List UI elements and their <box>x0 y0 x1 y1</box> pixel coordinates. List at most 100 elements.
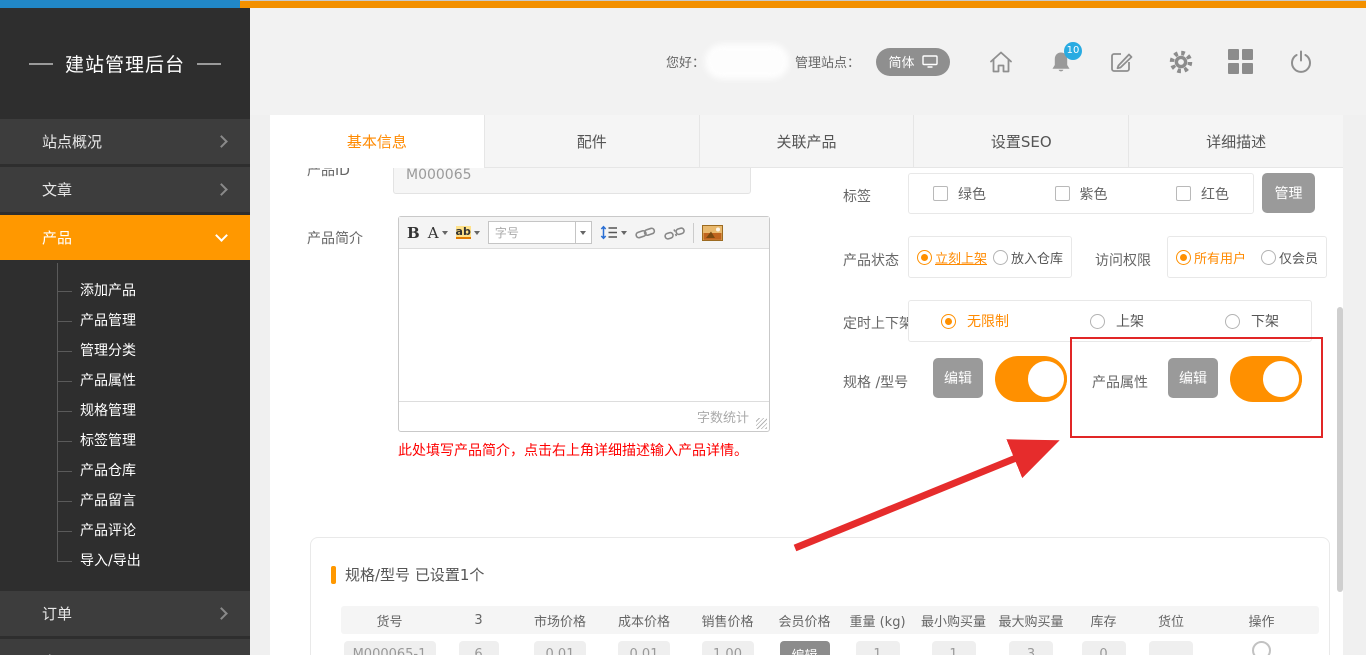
remove-link-button[interactable] <box>664 225 685 241</box>
tag-label: 紫色 <box>1080 184 1108 204</box>
radio-on[interactable] <box>941 314 956 329</box>
spec-toggle-on[interactable] <box>995 356 1067 402</box>
access-option-all-users[interactable]: 所有用户 <box>1176 248 1246 267</box>
tab-seo[interactable]: 设置SEO <box>914 115 1129 168</box>
member-price-edit-button[interactable]: 编辑 <box>780 641 830 655</box>
stock-field[interactable]: 0 <box>1082 641 1126 655</box>
row-action-circle-icon[interactable] <box>1252 641 1271 655</box>
sidebar-item-label: 会员 <box>42 651 217 655</box>
settings-gear-icon[interactable] <box>1168 49 1194 75</box>
submenu-label: 标签管理 <box>80 433 136 449</box>
location-field[interactable] <box>1149 641 1193 655</box>
home-icon[interactable] <box>988 49 1014 75</box>
qty-field[interactable]: 6 <box>459 641 499 655</box>
table-header-cell: 销售价格 <box>687 611 768 630</box>
checkbox-red[interactable] <box>1176 186 1191 201</box>
radio-off[interactable] <box>1225 314 1240 329</box>
spec-table-header: 货号 3 市场价格 成本价格 销售价格 会员价格 重量 (kg) 最小购买量 最… <box>341 606 1319 634</box>
radio-label: 下架 <box>1251 311 1279 331</box>
chevron-right-icon <box>215 135 228 148</box>
submenu-item-product-messages[interactable]: 产品留言 <box>0 486 250 516</box>
submenu-item-tag-manage[interactable]: 标签管理 <box>0 426 250 456</box>
toolbar-divider <box>693 223 694 243</box>
product-id-field[interactable]: M000065 <box>393 168 751 194</box>
radio-on[interactable] <box>1176 250 1191 265</box>
tag-option-green[interactable]: 绿色 <box>933 184 986 204</box>
line-spacing-button[interactable] <box>600 225 627 240</box>
submenu-label: 产品属性 <box>80 373 136 389</box>
checkbox-purple[interactable] <box>1055 186 1070 201</box>
spec-model-label: 规格 /型号 <box>843 372 908 392</box>
schedule-label: 定时上下架 <box>843 313 913 333</box>
table-header-cell: 成本价格 <box>601 611 687 630</box>
font-size-select[interactable]: 字号 <box>488 221 592 244</box>
image-icon <box>702 225 723 241</box>
sidebar-item-site-overview[interactable]: 站点概况 <box>0 119 250 164</box>
notifications-bell-icon[interactable]: 10 <box>1048 49 1074 75</box>
select-caret-box <box>575 222 591 243</box>
radio-label: 放入仓库 <box>1011 248 1063 267</box>
insert-image-button[interactable] <box>702 225 723 241</box>
insert-link-button[interactable] <box>635 225 656 240</box>
title-accent-bar <box>331 566 336 584</box>
tab-detail-desc[interactable]: 详细描述 <box>1129 115 1343 168</box>
toggle-knob <box>1025 358 1067 400</box>
resize-grip[interactable] <box>756 418 767 429</box>
submenu-item-product-attrs[interactable]: 产品属性 <box>0 366 250 396</box>
radio-off[interactable] <box>1261 250 1276 265</box>
apps-grid-icon[interactable] <box>1228 49 1254 75</box>
radio-label: 上架 <box>1116 311 1144 331</box>
bold-button[interactable]: B <box>407 224 420 242</box>
submenu-item-spec-manage[interactable]: 规格管理 <box>0 396 250 426</box>
schedule-option-off-shelf[interactable]: 下架 <box>1225 311 1279 331</box>
tab-related-products[interactable]: 关联产品 <box>700 115 915 168</box>
market-price-field[interactable]: 0.01 <box>534 641 586 655</box>
language-switch-button[interactable]: 简体 <box>876 48 950 76</box>
min-buy-field[interactable]: 1 <box>932 641 976 655</box>
radio-off[interactable] <box>993 250 1008 265</box>
submenu-item-product-warehouse[interactable]: 产品仓库 <box>0 456 250 486</box>
editor-content-area[interactable] <box>399 249 769 401</box>
status-option-warehouse[interactable]: 放入仓库 <box>993 248 1063 267</box>
table-header-cell: 货号 <box>341 611 438 630</box>
vertical-scrollbar-thumb[interactable] <box>1337 307 1343 592</box>
manage-tags-button[interactable]: 管理 <box>1262 173 1315 213</box>
submenu-item-add-product[interactable]: 添加产品 <box>0 276 250 306</box>
highlight-button[interactable]: ab <box>456 226 480 239</box>
schedule-option-on-shelf[interactable]: 上架 <box>1090 311 1144 331</box>
submenu-item-import-export[interactable]: 导入/导出 <box>0 546 250 576</box>
table-header-cell: 重量 (kg) <box>841 611 914 630</box>
tab-basic-info[interactable]: 基本信息 <box>270 115 485 168</box>
access-option-members-only[interactable]: 仅会员 <box>1261 248 1318 267</box>
status-option-on-shelf[interactable]: 立刻上架 <box>917 248 987 267</box>
caret-down-icon <box>474 231 480 235</box>
schedule-option-unlimited[interactable]: 无限制 <box>941 311 1009 331</box>
app-title: 建站管理后台 <box>65 50 185 77</box>
sidebar-item-products[interactable]: 产品 <box>0 215 250 260</box>
power-logout-icon[interactable] <box>1288 49 1314 75</box>
font-color-button[interactable]: A <box>428 224 448 242</box>
sku-field[interactable]: M000065-1 <box>344 641 436 655</box>
sidebar-item-articles[interactable]: 文章 <box>0 167 250 212</box>
submenu-item-product-reviews[interactable]: 产品评论 <box>0 516 250 546</box>
username-redacted <box>709 48 785 75</box>
tag-option-red[interactable]: 红色 <box>1176 184 1229 204</box>
edit-icon[interactable] <box>1108 49 1134 75</box>
sidebar-item-members[interactable]: 会员 <box>0 639 250 655</box>
weight-field[interactable]: 1 <box>856 641 900 655</box>
cost-price-field[interactable]: 0.01 <box>618 641 670 655</box>
table-header-cell: 市场价格 <box>519 611 601 630</box>
radio-off[interactable] <box>1090 314 1105 329</box>
sidebar-item-orders[interactable]: 订单 <box>0 591 250 636</box>
radio-on[interactable] <box>917 250 932 265</box>
submenu-item-product-manage[interactable]: 产品管理 <box>0 306 250 336</box>
checkbox-green[interactable] <box>933 186 948 201</box>
tag-option-purple[interactable]: 紫色 <box>1055 184 1108 204</box>
table-header-cell: 货位 <box>1138 611 1204 630</box>
max-buy-field[interactable]: 3 <box>1009 641 1053 655</box>
spec-edit-button[interactable]: 编辑 <box>933 358 983 398</box>
tags-group: 绿色 紫色 红色 <box>908 173 1254 214</box>
submenu-item-category-manage[interactable]: 管理分类 <box>0 336 250 366</box>
sale-price-field[interactable]: 1.00 <box>702 641 754 655</box>
tab-accessories[interactable]: 配件 <box>485 115 700 168</box>
